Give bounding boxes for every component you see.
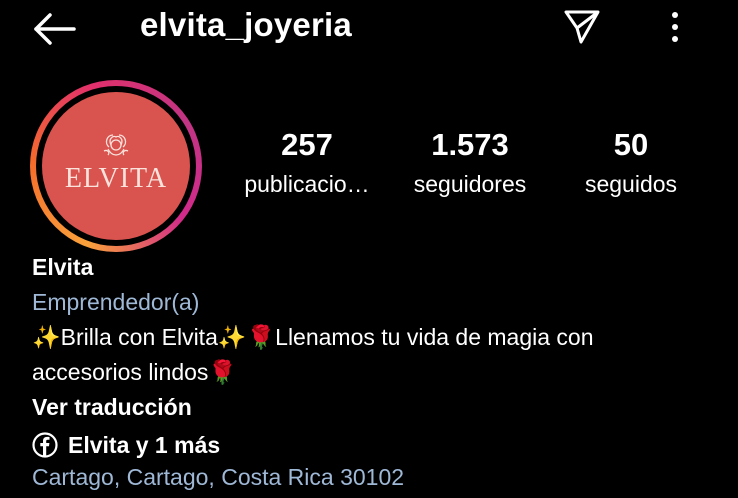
story-ring[interactable]: ELVITA [30,80,202,252]
brand-text: ELVITA [64,163,168,194]
avatar[interactable]: ELVITA [42,92,190,240]
following-count: 50 [613,127,649,162]
bio-text-llenamos: Llenamos tu vida de magia con [275,324,594,350]
profile-username: elvita_joyeria [140,6,352,43]
facebook-link[interactable]: Elvita y 1 más [32,427,732,462]
send-message-icon[interactable] [560,6,604,46]
top-bar: elvita_joyeria [0,0,738,56]
followers-label: seguidores [413,171,527,198]
profile-bio: Elvita Emprendedor(a) ✨Brilla con Elvita… [32,252,732,497]
bio-line-1: ✨Brilla con Elvita✨🌹Llenamos tu vida de … [32,322,732,357]
stat-posts[interactable]: 257 publicacio… [236,126,378,198]
profile-name: Elvita [32,254,94,280]
posts-count: 257 [281,127,333,162]
sparkle-emoji: ✨ [217,325,247,351]
bio-text-brilla: Brilla con Elvita [60,324,218,350]
sparkle-emoji: ✨ [32,325,61,351]
more-vertical-icon[interactable] [660,8,690,46]
see-translation-link[interactable]: Ver traducción [32,392,732,427]
rose-logo-icon [103,134,129,156]
bio-line-2: accesorios lindos🌹 [32,357,732,392]
posts-label: publicacio… [244,171,370,198]
bio-text-accesorios: accesorios lindos [32,359,209,385]
rose-emoji: 🌹 [246,325,276,351]
followers-count: 1.573 [431,127,509,162]
location-link[interactable]: Cartago, Cartago, Costa Rica 30102 [32,462,732,497]
stat-followers[interactable]: 1.573 seguidores [400,126,540,198]
facebook-link-text: Elvita y 1 más [68,431,221,458]
stat-following[interactable]: 50 seguidos [570,126,692,198]
facebook-icon [32,431,58,458]
arrow-left-icon[interactable] [30,10,78,48]
profile-category[interactable]: Emprendedor(a) [32,287,732,322]
following-label: seguidos [584,171,678,198]
rose-emoji: 🌹 [208,360,238,386]
